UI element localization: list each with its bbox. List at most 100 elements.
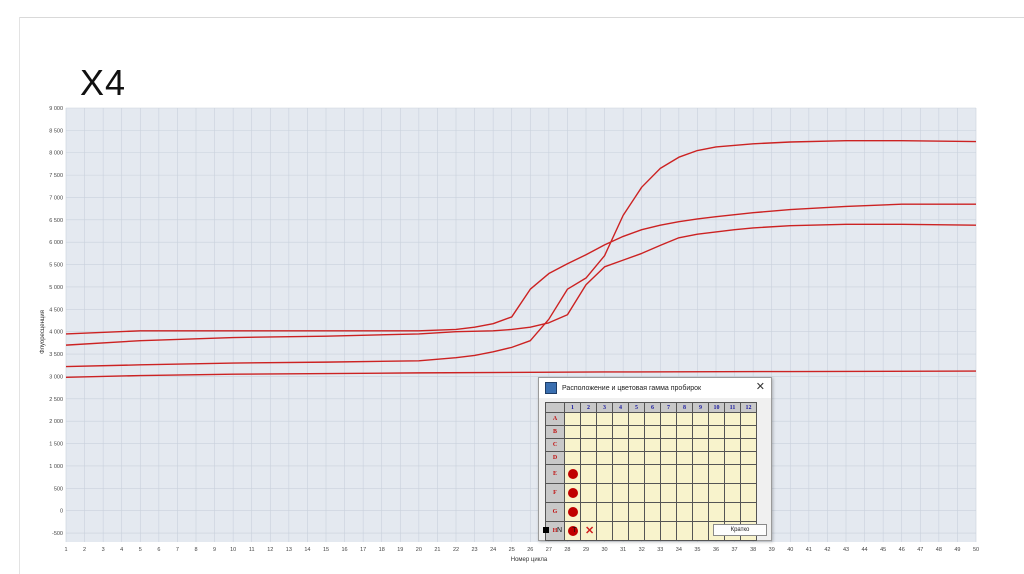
- well-cell[interactable]: [708, 502, 725, 522]
- row-header[interactable]: B: [545, 425, 565, 439]
- well-cell[interactable]: [596, 483, 613, 503]
- well-cell[interactable]: [564, 483, 581, 503]
- well-cell[interactable]: [644, 438, 661, 452]
- well-cell[interactable]: [724, 502, 741, 522]
- well-cell[interactable]: [596, 438, 613, 452]
- well-cell[interactable]: [724, 412, 741, 426]
- well-cell[interactable]: [644, 502, 661, 522]
- brief-button[interactable]: Кратко: [713, 524, 767, 536]
- well-cell[interactable]: [724, 425, 741, 439]
- well-cell[interactable]: [628, 483, 645, 503]
- well-cell[interactable]: [628, 412, 645, 426]
- well-cell[interactable]: [612, 412, 629, 426]
- column-header[interactable]: 11: [724, 402, 741, 413]
- well-cell[interactable]: [612, 464, 629, 484]
- well-cell[interactable]: [564, 451, 581, 465]
- well-cell[interactable]: [628, 464, 645, 484]
- well-cell[interactable]: [724, 483, 741, 503]
- column-header[interactable]: 12: [740, 402, 757, 413]
- well-cell[interactable]: [660, 502, 677, 522]
- column-header[interactable]: 9: [692, 402, 709, 413]
- well-cell[interactable]: [564, 425, 581, 439]
- well-cell[interactable]: [564, 412, 581, 426]
- well-cell[interactable]: [692, 425, 709, 439]
- row-header[interactable]: G: [545, 502, 565, 522]
- well-cell[interactable]: [612, 438, 629, 452]
- well-cell[interactable]: [708, 451, 725, 465]
- well-cell[interactable]: [708, 483, 725, 503]
- well-cell[interactable]: [692, 483, 709, 503]
- well-cell[interactable]: [708, 464, 725, 484]
- well-cell[interactable]: [612, 451, 629, 465]
- well-cell[interactable]: [596, 451, 613, 465]
- well-cell[interactable]: [564, 502, 581, 522]
- well-cell[interactable]: [580, 451, 597, 465]
- well-cell[interactable]: [740, 451, 757, 465]
- well-cell[interactable]: [612, 425, 629, 439]
- well-cell[interactable]: [660, 451, 677, 465]
- dialog-titlebar[interactable]: Расположение и цветовая гамма пробирок ✕: [539, 378, 771, 398]
- well-cell[interactable]: [644, 425, 661, 439]
- well-cell[interactable]: [660, 464, 677, 484]
- well-cell[interactable]: [740, 464, 757, 484]
- well-cell[interactable]: [580, 464, 597, 484]
- well-cell[interactable]: [644, 451, 661, 465]
- well-cell[interactable]: [612, 502, 629, 522]
- well-cell[interactable]: [580, 483, 597, 503]
- column-header[interactable]: 7: [660, 402, 677, 413]
- n-toggle[interactable]: N: [555, 527, 564, 534]
- well-cell[interactable]: [628, 502, 645, 522]
- well-cell[interactable]: [676, 502, 693, 522]
- row-header[interactable]: F: [545, 483, 565, 503]
- t-toggle[interactable]: T: [570, 527, 579, 534]
- well-cell[interactable]: [676, 438, 693, 452]
- well-cell[interactable]: [660, 483, 677, 503]
- well-cell[interactable]: [596, 464, 613, 484]
- well-cell[interactable]: [644, 464, 661, 484]
- well-cell[interactable]: [740, 502, 757, 522]
- well-cell[interactable]: [692, 438, 709, 452]
- red-x-icon[interactable]: ✕: [585, 524, 594, 537]
- well-cell[interactable]: [676, 412, 693, 426]
- column-header[interactable]: 1: [564, 402, 581, 413]
- well-cell[interactable]: [708, 438, 725, 452]
- well-cell[interactable]: [708, 425, 725, 439]
- well-cell[interactable]: [724, 464, 741, 484]
- column-header[interactable]: 10: [708, 402, 725, 413]
- row-header[interactable]: D: [545, 451, 565, 465]
- close-icon[interactable]: ✕: [756, 381, 765, 393]
- column-header[interactable]: 4: [612, 402, 629, 413]
- column-header[interactable]: 8: [676, 402, 693, 413]
- well-cell[interactable]: [596, 502, 613, 522]
- well-cell[interactable]: [660, 425, 677, 439]
- well-cell[interactable]: [724, 451, 741, 465]
- well-cell[interactable]: [580, 425, 597, 439]
- well-cell[interactable]: [724, 438, 741, 452]
- well-cell[interactable]: [596, 412, 613, 426]
- well-cell[interactable]: [644, 483, 661, 503]
- well-cell[interactable]: [708, 412, 725, 426]
- well-cell[interactable]: [580, 438, 597, 452]
- well-cell[interactable]: [740, 425, 757, 439]
- column-header[interactable]: 5: [628, 402, 645, 413]
- well-cell[interactable]: [580, 412, 597, 426]
- well-cell[interactable]: [692, 451, 709, 465]
- well-cell[interactable]: [740, 483, 757, 503]
- well-cell[interactable]: [740, 412, 757, 426]
- well-cell[interactable]: [612, 483, 629, 503]
- well-cell[interactable]: [580, 502, 597, 522]
- well-cell[interactable]: [692, 502, 709, 522]
- column-header[interactable]: 2: [580, 402, 597, 413]
- well-cell[interactable]: [676, 464, 693, 484]
- black-square-icon[interactable]: [543, 527, 549, 533]
- well-cell[interactable]: [660, 412, 677, 426]
- well-cell[interactable]: [596, 425, 613, 439]
- well-cell[interactable]: [740, 438, 757, 452]
- well-cell[interactable]: [644, 412, 661, 426]
- column-header[interactable]: 3: [596, 402, 613, 413]
- column-header[interactable]: 6: [644, 402, 661, 413]
- row-header[interactable]: E: [545, 464, 565, 484]
- well-cell[interactable]: [676, 451, 693, 465]
- row-header[interactable]: C: [545, 438, 565, 452]
- well-cell[interactable]: [692, 464, 709, 484]
